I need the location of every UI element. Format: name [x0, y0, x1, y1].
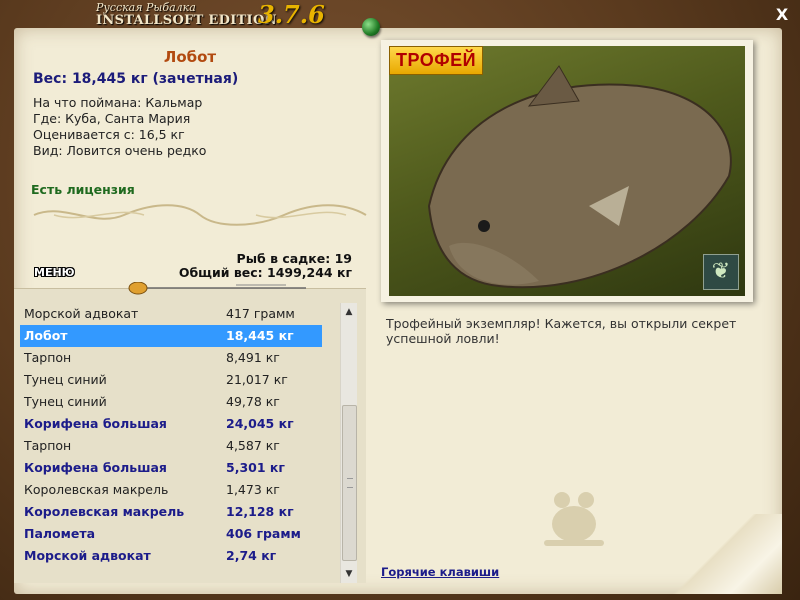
- catch-fish-weight: 406 грамм: [226, 526, 301, 541]
- catch-list-row[interactable]: Королевская макрель 12,128 кг: [20, 501, 322, 523]
- license-status: Есть лицензия: [31, 182, 135, 197]
- catch-list-row[interactable]: Тарпон 8,491 кг: [20, 347, 322, 369]
- catch-list-row[interactable]: Тунец синий 49,78 кг: [20, 391, 322, 413]
- catch-list[interactable]: Морской адвокат 417 грамм Лобот 18,445 кг Та…: [20, 303, 322, 567]
- catch-fish-weight: 49,78 кг: [226, 394, 280, 409]
- fish-bait: На что поймана: Кальмар: [33, 95, 203, 110]
- fish-rated-from: Оценивается с: 16,5 кг: [33, 127, 185, 142]
- catch-list-row[interactable]: Лобот 18,445 кг: [20, 325, 322, 347]
- app-version: 3.7.6: [258, 0, 325, 29]
- scrollbar-grip-icon: [347, 478, 353, 488]
- catch-fish-weight: 21,017 кг: [226, 372, 288, 387]
- catch-fish-weight: 24,045 кг: [226, 416, 294, 431]
- fish-image: [427, 65, 732, 289]
- page-curl: [652, 514, 782, 594]
- catch-list-row[interactable]: Королевская макрель 1,473 кг: [20, 479, 322, 501]
- fish-photo: ТРОФЕЙ ❦: [389, 46, 745, 296]
- catch-fish-weight: 417 грамм: [226, 306, 295, 321]
- scroll-down-icon[interactable]: ▼: [341, 565, 357, 583]
- catch-list-row[interactable]: Тунец синий 21,017 кг: [20, 369, 322, 391]
- catch-fish-name: Тунец синий: [24, 372, 107, 387]
- cage-total-weight: Общий вес: 1499,244 кг: [178, 265, 352, 280]
- catch-list-row[interactable]: Морской адвокат 417 грамм: [20, 303, 322, 325]
- catch-fish-name: Тарпон: [24, 438, 72, 453]
- catch-fish-name: Тарпон: [24, 350, 72, 365]
- catch-list-row[interactable]: Морской адвокат 2,74 кг: [20, 545, 322, 567]
- window-frame: Русская Рыбалка INSTALLSOFT EDITION 3.7.…: [0, 0, 800, 600]
- catch-fish-weight: 5,301 кг: [226, 460, 285, 475]
- app-logo-line2: INSTALLSOFT EDITION: [96, 13, 277, 28]
- fish-name: Лобот: [163, 48, 217, 66]
- close-button[interactable]: X: [774, 7, 790, 23]
- catch-fish-name: Морской адвокат: [24, 306, 139, 321]
- scrollbar-thumb[interactable]: [342, 405, 357, 561]
- catch-list-row[interactable]: Паломета 406 грамм: [20, 523, 322, 545]
- catch-fish-weight: 2,74 кг: [226, 548, 277, 563]
- catch-fish-name: Королевская макрель: [24, 482, 169, 497]
- hotkeys-link[interactable]: Горячие клавиши: [381, 565, 499, 579]
- trophy-message: Трофейный экземпляр! Кажется, вы открыли…: [386, 316, 737, 346]
- catch-list-row[interactable]: Корифена большая 24,045 кг: [20, 413, 322, 435]
- catch-list-panel: Морской адвокат 417 грамм Лобот 18,445 кг Та…: [14, 288, 366, 583]
- app-logo-line1: Русская Рыбалка: [96, 1, 196, 14]
- butterfly-icon: ❦: [703, 254, 739, 290]
- catch-list-row[interactable]: Тарпон 4,587 кг: [20, 435, 322, 457]
- scroll-up-icon[interactable]: ▲: [341, 303, 357, 321]
- catch-fish-name: Корифена большая: [24, 416, 167, 431]
- fish-location: Где: Куба, Санта Мария: [33, 111, 191, 126]
- catch-fish-name: Морской адвокат: [24, 548, 151, 563]
- pin-icon: [362, 18, 380, 36]
- catch-fish-weight: 1,473 кг: [226, 482, 280, 497]
- cage-count: Рыб в садке: 19: [236, 251, 352, 266]
- fishing-float-icon: [128, 282, 306, 295]
- catch-list-row[interactable]: Корифена большая 5,301 кг: [20, 457, 322, 479]
- catch-fish-name: Корифена большая: [24, 460, 167, 475]
- fish-rarity: Вид: Ловится очень редко: [33, 143, 207, 158]
- mascot-silhouette: [544, 492, 604, 546]
- catch-fish-weight: 4,587 кг: [226, 438, 280, 453]
- catch-fish-weight: 8,491 кг: [226, 350, 280, 365]
- catch-fish-name: Паломета: [24, 526, 96, 541]
- catch-fish-name: Тунец синий: [24, 394, 107, 409]
- paper-sheet: Лобот Вес: 18,445 кг (зачетная) На что п…: [14, 28, 782, 594]
- trophy-badge: ТРОФЕЙ: [389, 46, 484, 75]
- catch-fish-weight: 18,445 кг: [226, 328, 294, 343]
- ornament-divider: [33, 204, 367, 226]
- fish-weight: Вес: 18,445 кг (зачетная): [33, 71, 239, 87]
- catch-fish-name: Лобот: [24, 328, 68, 343]
- catch-fish-weight: 12,128 кг: [226, 504, 294, 519]
- trophy-photo-frame: ТРОФЕЙ ❦: [381, 40, 753, 302]
- menu-button[interactable]: МЕНЮ: [34, 266, 75, 279]
- catch-list-scrollbar[interactable]: ▲ ▼: [340, 303, 357, 583]
- catch-fish-name: Королевская макрель: [24, 504, 185, 519]
